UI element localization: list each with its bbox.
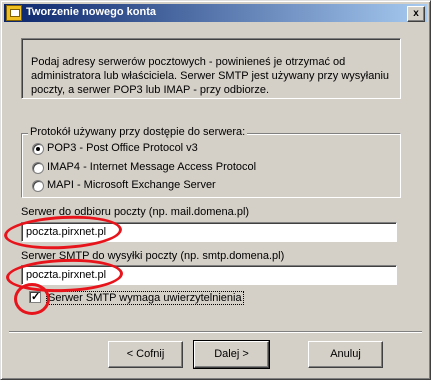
close-button[interactable]: x: [407, 6, 425, 22]
radio-circle[interactable]: [32, 162, 44, 174]
radio-selected-dot: [36, 147, 40, 151]
dialog-window: Tworzenie nowego konta x Podaj adresy se…: [0, 0, 431, 380]
intro-panel: Podaj adresy serwerów pocztowych - powin…: [21, 38, 401, 99]
next-button[interactable]: Dalej >: [193, 340, 270, 369]
smtp-auth-label[interactable]: Serwer SMTP wymaga uwierzytelnienia: [46, 291, 244, 305]
radio-circle[interactable]: [32, 180, 44, 192]
divider: [9, 331, 422, 333]
intro-text: Podaj adresy serwerów pocztowych - powin…: [31, 56, 390, 96]
checkmark-icon: ✓: [31, 291, 41, 303]
smtp-auth-checkbox[interactable]: ✓: [29, 291, 41, 303]
radio-label[interactable]: IMAP4 - Internet Message Access Protocol: [47, 161, 256, 173]
incoming-server-label: Serwer do odbioru poczty (np. mail.domen…: [21, 206, 250, 218]
radio-label[interactable]: POP3 - Post Office Protocol v3: [47, 142, 198, 154]
protocol-group-label: Protokół używany przy dostępie do serwer…: [28, 126, 248, 138]
radio-circle[interactable]: [32, 143, 44, 155]
window-title: Tworzenie nowego konta: [26, 6, 156, 18]
title-bar[interactable]: Tworzenie nowego konta x: [4, 4, 427, 22]
back-button[interactable]: < Cofnij: [108, 341, 183, 368]
app-icon: [6, 5, 22, 21]
smtp-server-label: Serwer SMTP do wysyłki poczty (np. smtp.…: [21, 250, 285, 262]
smtp-server-input[interactable]: [21, 265, 397, 285]
cancel-button[interactable]: Anuluj: [308, 341, 383, 368]
radio-label[interactable]: MAPI - Microsoft Exchange Server: [47, 179, 216, 191]
incoming-server-input[interactable]: [21, 222, 397, 242]
